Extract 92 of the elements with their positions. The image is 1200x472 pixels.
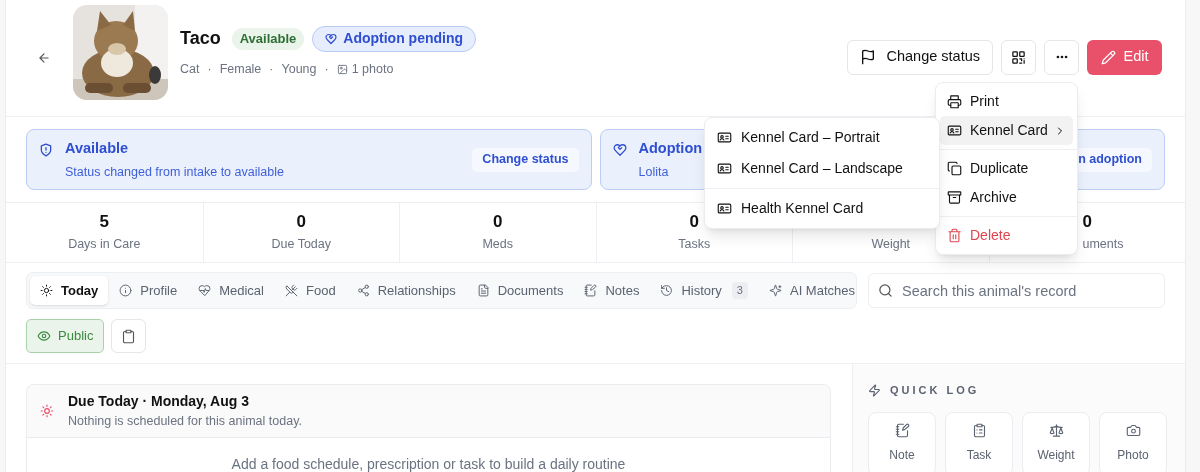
menu-item[interactable]: Health Kennel Card <box>709 193 935 224</box>
scale-icon <box>1048 423 1064 438</box>
document-icon <box>476 284 490 297</box>
stat-label: Tasks <box>678 236 711 254</box>
meta-text: Cat <box>180 61 200 79</box>
change-status-button[interactable]: Change status <box>472 147 579 172</box>
qr-code-icon <box>1011 49 1026 65</box>
separator-dot: · <box>207 61 212 79</box>
clipboard-icon <box>121 328 137 344</box>
back-button[interactable] <box>37 51 51 65</box>
sun-icon <box>40 284 53 297</box>
count-badge: 3 <box>731 282 748 299</box>
menu-item[interactable]: Kennel Card – Portrait <box>709 122 935 153</box>
status-card-title: Adoption <box>638 138 703 158</box>
menu-item[interactable]: Kennel Card <box>940 116 1073 145</box>
eye-icon <box>37 329 51 343</box>
stat-value: 0 <box>296 211 306 234</box>
flag-icon <box>860 49 877 65</box>
image-icon <box>336 64 348 75</box>
tab[interactable]: Today <box>30 276 109 305</box>
sparkles-icon <box>768 284 782 297</box>
empty-state-text: Add a food schedule, prescription or task to build a daily routine <box>231 455 626 472</box>
clipboard-icon <box>971 423 987 438</box>
menu-item[interactable]: Kennel Card – Landscape <box>709 153 935 184</box>
status-card-title: Available <box>65 138 130 158</box>
heart-icon <box>612 143 627 157</box>
history-icon <box>660 284 674 297</box>
copy-icon <box>947 161 962 176</box>
tab[interactable]: AI Matches <box>758 276 865 305</box>
tab[interactable]: History 3 <box>650 276 758 305</box>
heart-icon <box>325 32 338 45</box>
printer-icon <box>947 94 962 109</box>
share-icon <box>356 284 370 297</box>
trash-icon <box>947 228 962 243</box>
clipboard-button[interactable] <box>111 319 147 353</box>
camera-icon <box>1125 423 1141 438</box>
quick-log-button[interactable]: Weight <box>1022 411 1090 472</box>
section-title: QUICK LOG <box>890 383 980 398</box>
edit-button[interactable]: Edit <box>1087 39 1162 75</box>
archive-icon <box>947 190 962 205</box>
tab[interactable]: Profile <box>109 276 188 305</box>
meta-text: Young <box>281 61 317 79</box>
status-card-text: Status changed from intake to available <box>65 163 284 181</box>
photo-count: 1 photo <box>351 61 394 79</box>
stat-value: 0 <box>1082 211 1092 234</box>
quick-log-button[interactable]: Note <box>868 411 936 472</box>
separator-dot: · <box>324 61 329 79</box>
card-subtitle: Nothing is scheduled for this animal today. <box>68 413 302 431</box>
menu-item[interactable]: Delete <box>940 221 1073 250</box>
quick-log-button[interactable]: Photo <box>1099 411 1167 472</box>
tab[interactable]: Food <box>275 276 346 305</box>
id-card-icon <box>947 123 962 138</box>
fork-knife-icon <box>285 284 298 297</box>
menu-item[interactable]: Print <box>940 87 1073 116</box>
visibility-toggle[interactable]: Public <box>26 319 105 353</box>
notebook-icon <box>894 423 910 438</box>
animal-name: Taco <box>180 27 221 51</box>
lightning-icon <box>868 383 881 397</box>
heart-pulse-icon <box>198 284 212 297</box>
stat-value: 5 <box>99 211 109 234</box>
id-card-icon <box>717 130 732 145</box>
stat-label: Meds <box>482 236 514 254</box>
badge-label: Adoption pending <box>343 29 464 49</box>
stat-label: uments <box>1082 236 1124 254</box>
stat-label: Weight <box>871 236 911 254</box>
separator-dot: · <box>269 61 274 79</box>
stat-value: 0 <box>689 211 699 234</box>
id-card-icon <box>717 161 732 176</box>
search-icon <box>878 283 893 298</box>
stat-value: 0 <box>493 211 503 234</box>
search-field[interactable]: Search this animal's record <box>868 273 1165 308</box>
tab[interactable]: Medical <box>188 276 274 305</box>
quick-log-button[interactable]: Task <box>945 411 1013 472</box>
tab[interactable]: Notes <box>574 276 650 305</box>
back-arrow-icon <box>37 51 51 65</box>
qr-code-button[interactable] <box>1001 39 1036 75</box>
info-icon <box>119 284 133 297</box>
change-status-button[interactable]: Change status <box>847 39 993 75</box>
tab[interactable]: Documents <box>466 276 574 305</box>
status-badge: Available <box>231 27 305 50</box>
menu-item[interactable]: Archive <box>940 183 1073 212</box>
shield-icon <box>39 143 53 157</box>
pencil-icon <box>1100 49 1116 65</box>
stat-label: Due Today <box>271 236 331 254</box>
tab[interactable]: Relationships <box>346 276 466 305</box>
sun-icon <box>40 404 54 418</box>
status-card-text: Lolita <box>638 163 670 181</box>
meta-text: Female <box>219 61 262 79</box>
id-card-icon <box>717 201 732 216</box>
stat-label: Days in Care <box>68 236 141 254</box>
card-title: Due Today · Monday, Aug 3 <box>68 392 250 412</box>
notebook-icon <box>584 284 598 297</box>
